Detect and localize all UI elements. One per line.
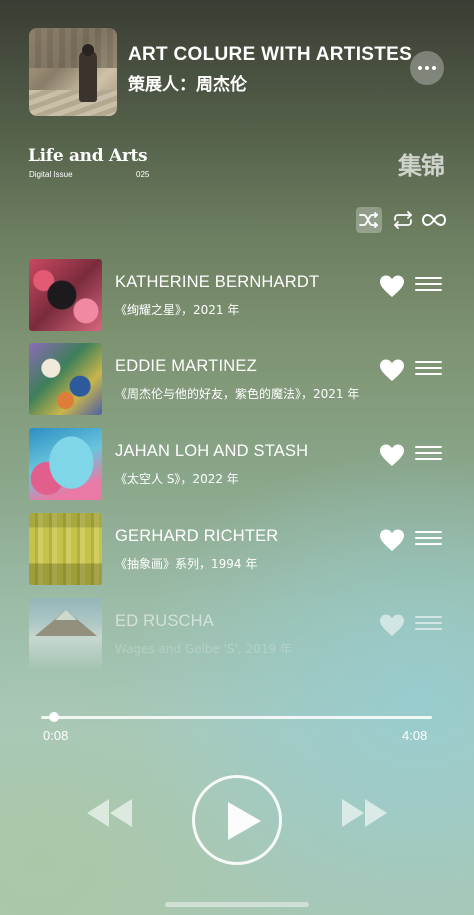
more-options-button[interactable] (410, 51, 444, 85)
playlist-cover-image[interactable] (29, 28, 117, 116)
repeat-icon (394, 211, 412, 229)
collection-label[interactable]: 集锦 (398, 146, 445, 181)
track-subtitle: 《绚耀之星》，2021 年 (115, 303, 240, 317)
track-row[interactable]: GERHARD RICHTER 《抽象画》系列，1994 年 (29, 513, 449, 585)
shuffle-icon (359, 212, 378, 228)
fast-forward-icon (342, 799, 387, 827)
progress-track[interactable] (41, 716, 432, 719)
track-title: EDDIE MARTINEZ (115, 357, 257, 375)
track-artwork (29, 428, 102, 500)
track-subtitle: 《太空人 S》，2022 年 (115, 472, 239, 486)
track-row[interactable]: KATHERINE BERNHARDT 《绚耀之星》，2021 年 (29, 259, 449, 331)
heart-icon[interactable] (379, 443, 405, 467)
track-subtitle: 《抽象画》系列，1994 年 (115, 557, 258, 571)
track-row[interactable]: JAHAN LOH AND STASH 《太空人 S》，2022 年 (29, 428, 449, 500)
track-artwork (29, 259, 102, 331)
play-button[interactable] (192, 775, 282, 865)
track-artwork (29, 343, 102, 415)
infinite-loop-button[interactable] (421, 207, 447, 233)
reorder-handle-icon[interactable] (415, 531, 442, 545)
previous-button[interactable] (84, 797, 134, 829)
track-artwork (29, 598, 102, 670)
shuffle-button[interactable] (356, 207, 382, 233)
rewind-icon (87, 799, 132, 827)
total-time: 4:08 (402, 728, 428, 743)
reorder-handle-icon[interactable] (415, 277, 442, 291)
track-row[interactable]: EDDIE MARTINEZ 《周杰伦与他的好友，紫色的魔法》，2021 年 (29, 343, 449, 415)
repeat-button[interactable] (390, 207, 416, 233)
reorder-handle-icon[interactable] (415, 446, 442, 460)
current-time: 0:08 (43, 728, 69, 743)
reorder-handle-icon[interactable] (415, 616, 442, 630)
heart-icon[interactable] (379, 358, 405, 382)
track-title: JAHAN LOH AND STASH (115, 442, 309, 460)
heart-icon[interactable] (379, 274, 405, 298)
brand-title: Life and Arts (28, 146, 148, 166)
track-subtitle: Wages and Gelbe 'S', 2019 年 (115, 642, 292, 656)
brand-issue-number: 025 (136, 170, 150, 179)
brand-issue: Digital Issue (29, 170, 73, 179)
progress-knob[interactable] (48, 712, 59, 722)
track-row[interactable]: ED RUSCHA Wages and Gelbe 'S', 2019 年 (29, 598, 449, 670)
brand-block: Life and Arts Digital Issue 025 (28, 146, 149, 179)
reorder-handle-icon[interactable] (415, 361, 442, 375)
track-subtitle: 《周杰伦与他的好友，紫色的魔法》，2021 年 (115, 387, 360, 401)
home-indicator[interactable] (165, 902, 309, 907)
heart-icon[interactable] (379, 528, 405, 552)
heart-icon[interactable] (379, 613, 405, 637)
track-artwork (29, 513, 102, 585)
play-icon (228, 802, 261, 840)
more-dots-icon (418, 66, 422, 70)
track-title: KATHERINE BERNHARDT (115, 273, 320, 291)
playlist-header: ART COLURE WITH ARTISTES 策展人：周杰伦 (29, 28, 449, 118)
infinity-icon (422, 213, 446, 227)
curator-label: 策展人：周杰伦 (128, 75, 247, 95)
playlist-title: ART COLURE WITH ARTISTES (128, 44, 413, 65)
next-button[interactable] (340, 797, 390, 829)
track-title: ED RUSCHA (115, 612, 214, 630)
track-title: GERHARD RICHTER (115, 527, 279, 545)
